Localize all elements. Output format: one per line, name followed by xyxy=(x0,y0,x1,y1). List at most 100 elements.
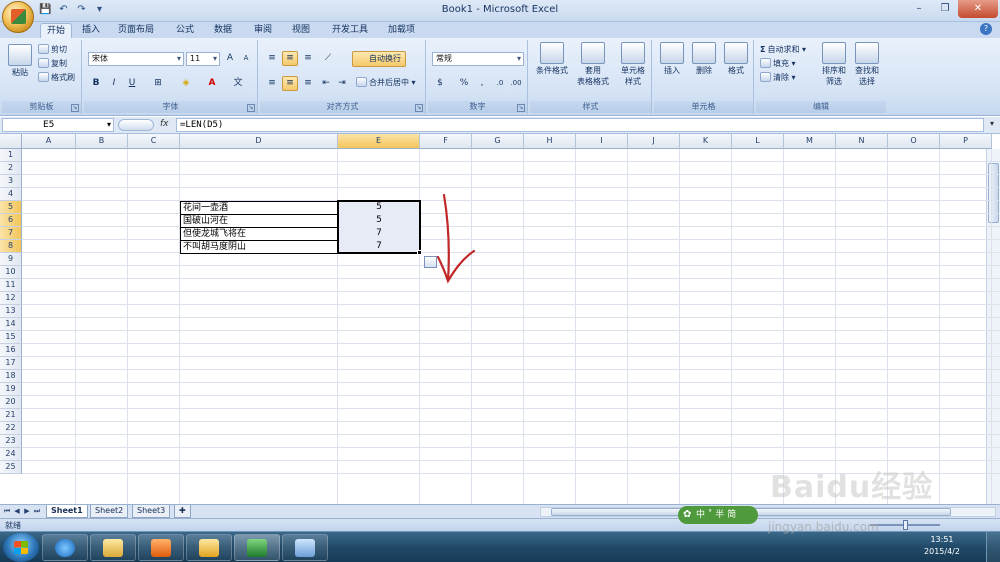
row-header-21[interactable]: 21 xyxy=(0,409,22,422)
tab-home[interactable]: 开始 xyxy=(40,23,73,38)
delete-cells-button[interactable]: 删除 xyxy=(688,42,720,76)
align-bottom-icon[interactable]: ≡ xyxy=(300,51,316,66)
conditional-format-button[interactable]: 条件格式 xyxy=(532,42,572,76)
row-header-11[interactable]: 11 xyxy=(0,279,22,292)
cut-button[interactable]: 剪切 xyxy=(38,44,67,56)
column-header-h[interactable]: H xyxy=(524,134,576,149)
column-header-l[interactable]: L xyxy=(732,134,784,149)
column-header-b[interactable]: B xyxy=(76,134,128,149)
row-header-10[interactable]: 10 xyxy=(0,266,22,279)
column-header-p[interactable]: P xyxy=(940,134,992,149)
clear-button[interactable]: 清除 ▾ xyxy=(760,72,796,84)
cell-e6[interactable]: 5 xyxy=(338,214,420,227)
cell-d7[interactable]: 但使龙城飞将在 xyxy=(180,227,338,241)
row-header-16[interactable]: 16 xyxy=(0,344,22,357)
clipboard-launcher-icon[interactable]: ↘ xyxy=(71,104,79,112)
cell-e5[interactable]: 5 xyxy=(338,201,420,214)
copy-button[interactable]: 复制 xyxy=(38,58,67,70)
first-sheet-icon[interactable]: ⏮ xyxy=(2,506,12,517)
wrap-text-button[interactable]: 自动换行 xyxy=(352,51,406,67)
tab-insert[interactable]: 插入 xyxy=(76,23,106,38)
borders-icon[interactable]: ⊞ xyxy=(150,76,166,91)
horizontal-scrollbar[interactable] xyxy=(540,507,996,517)
start-button[interactable] xyxy=(3,533,39,562)
zoom-slider[interactable] xyxy=(870,520,940,530)
number-launcher-icon[interactable]: ↘ xyxy=(517,104,525,112)
column-header-g[interactable]: G xyxy=(472,134,524,149)
column-header-o[interactable]: O xyxy=(888,134,940,149)
cell-e7[interactable]: 7 xyxy=(338,227,420,240)
insert-cells-button[interactable]: 插入 xyxy=(656,42,688,76)
cell-styles-button[interactable]: 单元格 样式 xyxy=(614,42,652,87)
bold-button[interactable]: B xyxy=(88,76,104,91)
row-header-12[interactable]: 12 xyxy=(0,292,22,305)
tab-addins[interactable]: 加载项 xyxy=(382,23,421,38)
restore-button[interactable]: ❐ xyxy=(932,0,958,18)
increase-indent-icon[interactable]: ⇥ xyxy=(334,76,350,91)
row-header-1[interactable]: 1 xyxy=(0,149,22,162)
media-taskbar-button[interactable] xyxy=(138,534,184,561)
excel-taskbar-button[interactable] xyxy=(234,534,280,561)
cell-d6[interactable]: 国破山河在 xyxy=(180,214,338,228)
cell-e8[interactable]: 7 xyxy=(338,240,420,253)
office-button[interactable] xyxy=(2,1,34,33)
column-header-c[interactable]: C xyxy=(128,134,180,149)
column-header-n[interactable]: N xyxy=(836,134,888,149)
mail-taskbar-button[interactable] xyxy=(186,534,232,561)
decrease-indent-icon[interactable]: ⇤ xyxy=(318,76,334,91)
system-clock[interactable]: 13:51 2015/4/2 xyxy=(922,534,962,558)
show-desktop-button[interactable] xyxy=(986,532,1000,562)
sheet-tab-2[interactable]: Sheet2 xyxy=(90,505,129,518)
row-header-15[interactable]: 15 xyxy=(0,331,22,344)
increase-decimal-icon[interactable]: .0 xyxy=(492,76,508,91)
align-top-icon[interactable]: ≡ xyxy=(264,51,280,66)
autosum-button[interactable]: Σ 自动求和 ▾ xyxy=(760,44,806,56)
format-cells-button[interactable]: 格式 xyxy=(720,42,752,76)
ie-taskbar-button[interactable] xyxy=(42,534,88,561)
row-header-17[interactable]: 17 xyxy=(0,357,22,370)
ime-toolbar[interactable]: 中 ˚ 半 简 xyxy=(678,506,758,524)
expand-formula-bar-icon[interactable]: ▾ xyxy=(986,119,998,131)
minimize-button[interactable]: – xyxy=(906,0,932,18)
vertical-scrollbar[interactable] xyxy=(986,149,1000,504)
column-header-m[interactable]: M xyxy=(784,134,836,149)
phonetic-icon[interactable]: 文 xyxy=(230,76,246,91)
sheet-tab-1[interactable]: Sheet1 xyxy=(46,505,88,518)
sheet-tab-3[interactable]: Sheet3 xyxy=(132,505,171,518)
tab-developer[interactable]: 开发工具 xyxy=(326,23,374,38)
row-header-23[interactable]: 23 xyxy=(0,435,22,448)
last-sheet-icon[interactable]: ⏭ xyxy=(32,506,42,517)
fill-handle[interactable] xyxy=(417,250,422,255)
accounting-format-icon[interactable]: $ xyxy=(432,76,448,91)
grow-font-icon[interactable]: A xyxy=(222,51,238,66)
row-header-19[interactable]: 19 xyxy=(0,383,22,396)
number-format-select[interactable]: 常规 xyxy=(432,52,524,66)
italic-button[interactable]: I xyxy=(106,76,122,91)
worksheet-grid[interactable]: A B C D E F G H I J K L M N O P 1 2 3 4 5 6 7 8 9 10 11 12 13 14 15 16 1… xyxy=(0,134,1000,504)
shrink-font-icon[interactable]: A xyxy=(238,51,254,66)
orientation-icon[interactable]: ⟋ xyxy=(320,51,336,66)
cell-d8[interactable]: 不叫胡马度阴山 xyxy=(180,240,338,254)
next-sheet-icon[interactable]: ▶ xyxy=(22,506,32,517)
font-launcher-icon[interactable]: ↘ xyxy=(247,104,255,112)
select-all-corner[interactable] xyxy=(0,134,22,149)
column-header-i[interactable]: I xyxy=(576,134,628,149)
column-header-k[interactable]: K xyxy=(680,134,732,149)
row-header-18[interactable]: 18 xyxy=(0,370,22,383)
font-size-select[interactable]: 11 xyxy=(186,52,220,66)
row-header-7[interactable]: 7 xyxy=(0,227,22,240)
fill-button[interactable]: 填充 ▾ xyxy=(760,58,796,70)
vertical-scroll-thumb[interactable] xyxy=(988,163,999,223)
paint-taskbar-button[interactable] xyxy=(282,534,328,561)
row-header-13[interactable]: 13 xyxy=(0,305,22,318)
row-header-22[interactable]: 22 xyxy=(0,422,22,435)
tab-review[interactable]: 审阅 xyxy=(248,23,278,38)
zoom-knob[interactable] xyxy=(903,520,908,530)
row-header-25[interactable]: 25 xyxy=(0,461,22,474)
row-header-24[interactable]: 24 xyxy=(0,448,22,461)
row-header-6[interactable]: 6 xyxy=(0,214,22,227)
find-select-button[interactable]: 查找和 选择 xyxy=(850,42,884,87)
column-header-d[interactable]: D xyxy=(180,134,338,149)
font-name-select[interactable]: 宋体 xyxy=(88,52,184,66)
tab-data[interactable]: 数据 xyxy=(208,23,238,38)
